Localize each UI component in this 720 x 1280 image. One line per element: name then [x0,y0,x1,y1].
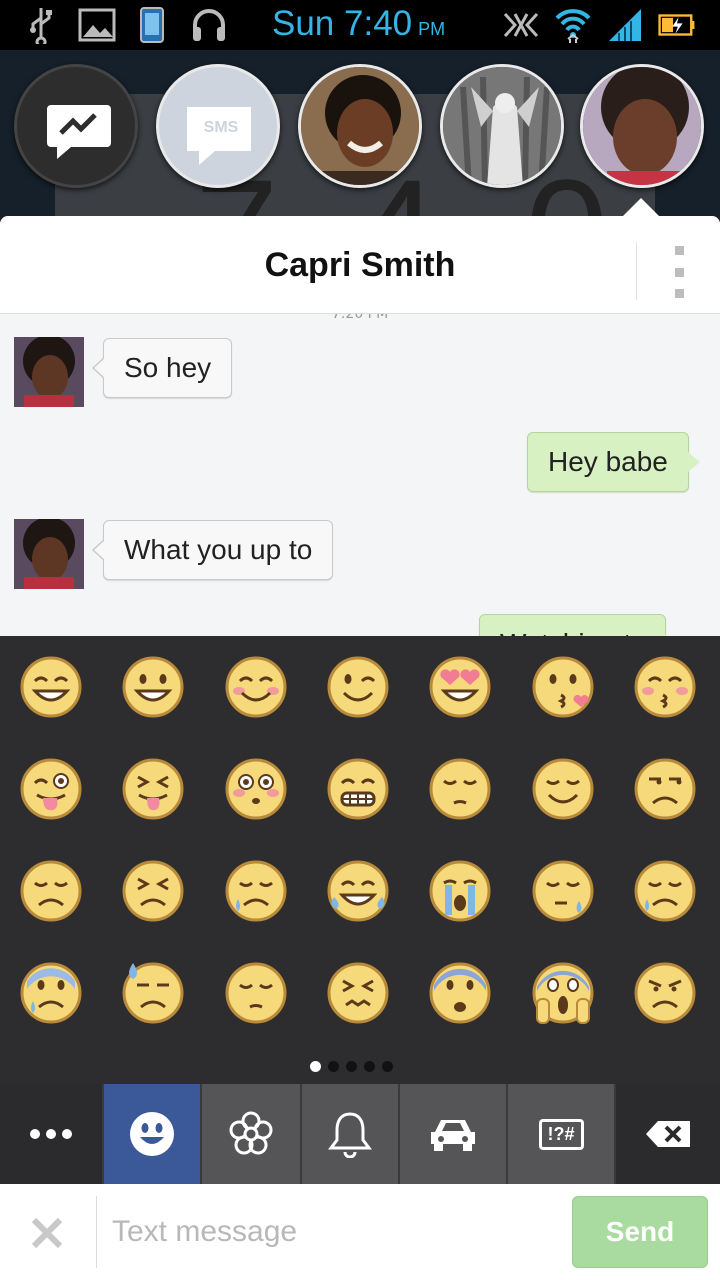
sleepy-emoji[interactable] [531,859,595,923]
contact-head-capri[interactable] [580,64,704,188]
phone-app-icon [134,6,172,44]
message-bubble-incoming[interactable]: So hey [91,338,233,398]
messenger-head[interactable] [14,64,138,188]
pensive-emoji[interactable] [224,961,288,1025]
emoji-category-bar: !?# [0,1084,720,1184]
screaming-emoji[interactable] [531,961,595,1025]
status-bar: Sun 7:40 PM [0,0,720,50]
contact-photo-avatar [301,67,419,185]
objects-tab[interactable] [302,1084,400,1184]
headphones-icon [190,6,228,44]
emoji-keyboard [0,636,720,1084]
capri-avatar [583,67,701,185]
pensive-emoji[interactable] [428,757,492,821]
heart-eyes-emoji[interactable] [428,655,492,719]
confounded-emoji[interactable] [326,961,390,1025]
emoji-page-indicator [310,1061,393,1072]
header-divider [636,242,637,300]
smiling-emoji[interactable] [121,655,185,719]
sender-avatar[interactable] [14,337,84,407]
sms-head[interactable]: SMS [156,64,280,188]
persevering-emoji[interactable] [121,859,185,923]
signal-icon [606,6,644,44]
selected-head-indicator [623,198,659,216]
close-icon[interactable] [24,1210,70,1256]
clock: Sun 7:40 PM [272,4,446,43]
crying-emoji[interactable] [224,859,288,923]
places-tab[interactable] [400,1084,508,1184]
contact-head-1[interactable] [298,64,422,188]
squinting-tongue-emoji[interactable] [121,757,185,821]
composer-divider [96,1196,97,1268]
more-icon [30,1129,72,1139]
angry-emoji[interactable] [633,961,697,1025]
messenger-icon [47,105,111,159]
winking-tongue-emoji[interactable] [19,757,83,821]
flushed-emoji[interactable] [224,757,288,821]
bell-icon [328,1112,372,1158]
kissing-closed-eyes-emoji[interactable] [633,655,697,719]
cold-sweat-emoji[interactable] [19,961,83,1025]
smileys-tab[interactable] [104,1084,202,1184]
grimacing-emoji[interactable] [326,757,390,821]
tears-of-joy-emoji[interactable] [326,859,390,923]
winking-emoji[interactable] [326,655,390,719]
page-dot [346,1061,357,1072]
symbols-tab[interactable]: !?# [508,1084,616,1184]
page-dot [328,1061,339,1072]
sender-avatar[interactable] [14,519,84,589]
message-bubble-incoming[interactable]: What you up to [91,520,334,580]
more-tab[interactable] [0,1084,104,1184]
symbols-icon: !?# [538,1118,584,1150]
flower-icon [229,1111,273,1155]
usb-icon [22,6,60,44]
relieved-emoji[interactable] [531,757,595,821]
battery-charging-icon [658,6,696,44]
nfc-icon [502,6,540,44]
message-bubble-outgoing[interactable]: Watching tv [479,614,678,636]
message-composer: Send [0,1184,720,1280]
backspace-icon [646,1121,690,1147]
disappointed-relieved-emoji[interactable] [633,859,697,923]
nature-tab[interactable] [202,1084,302,1184]
contact-name[interactable]: Capri Smith [0,246,720,285]
wifi-icon [554,6,592,44]
message-input[interactable] [112,1198,552,1266]
overflow-menu-icon[interactable] [672,246,686,298]
emoji-grid [0,636,720,1048]
page-dot [364,1061,375,1072]
chat-heads-row: SMS [0,62,720,192]
conversation-panel: 7:20 PM Capri Smith So hey Hey babe What… [0,216,720,636]
angel-statue-avatar [443,67,561,185]
loudly-crying-emoji[interactable] [428,859,492,923]
send-button[interactable]: Send [572,1196,708,1268]
blushing-emoji[interactable] [224,655,288,719]
unamused-emoji[interactable] [633,757,697,821]
gallery-icon [78,6,116,44]
conversation-header: Capri Smith [0,216,720,314]
car-icon [431,1120,475,1151]
backspace-tab[interactable] [616,1084,720,1184]
smiley-icon [130,1112,174,1156]
fearful-emoji[interactable] [428,961,492,1025]
kissing-heart-emoji[interactable] [531,655,595,719]
message-bubble-outgoing[interactable]: Hey babe [527,432,700,492]
page-dot [382,1061,393,1072]
grinning-emoji[interactable] [19,655,83,719]
sweat-emoji[interactable] [121,961,185,1025]
page-dot-active [310,1061,321,1072]
disappointed-emoji[interactable] [19,859,83,923]
contact-head-2[interactable] [440,64,564,188]
